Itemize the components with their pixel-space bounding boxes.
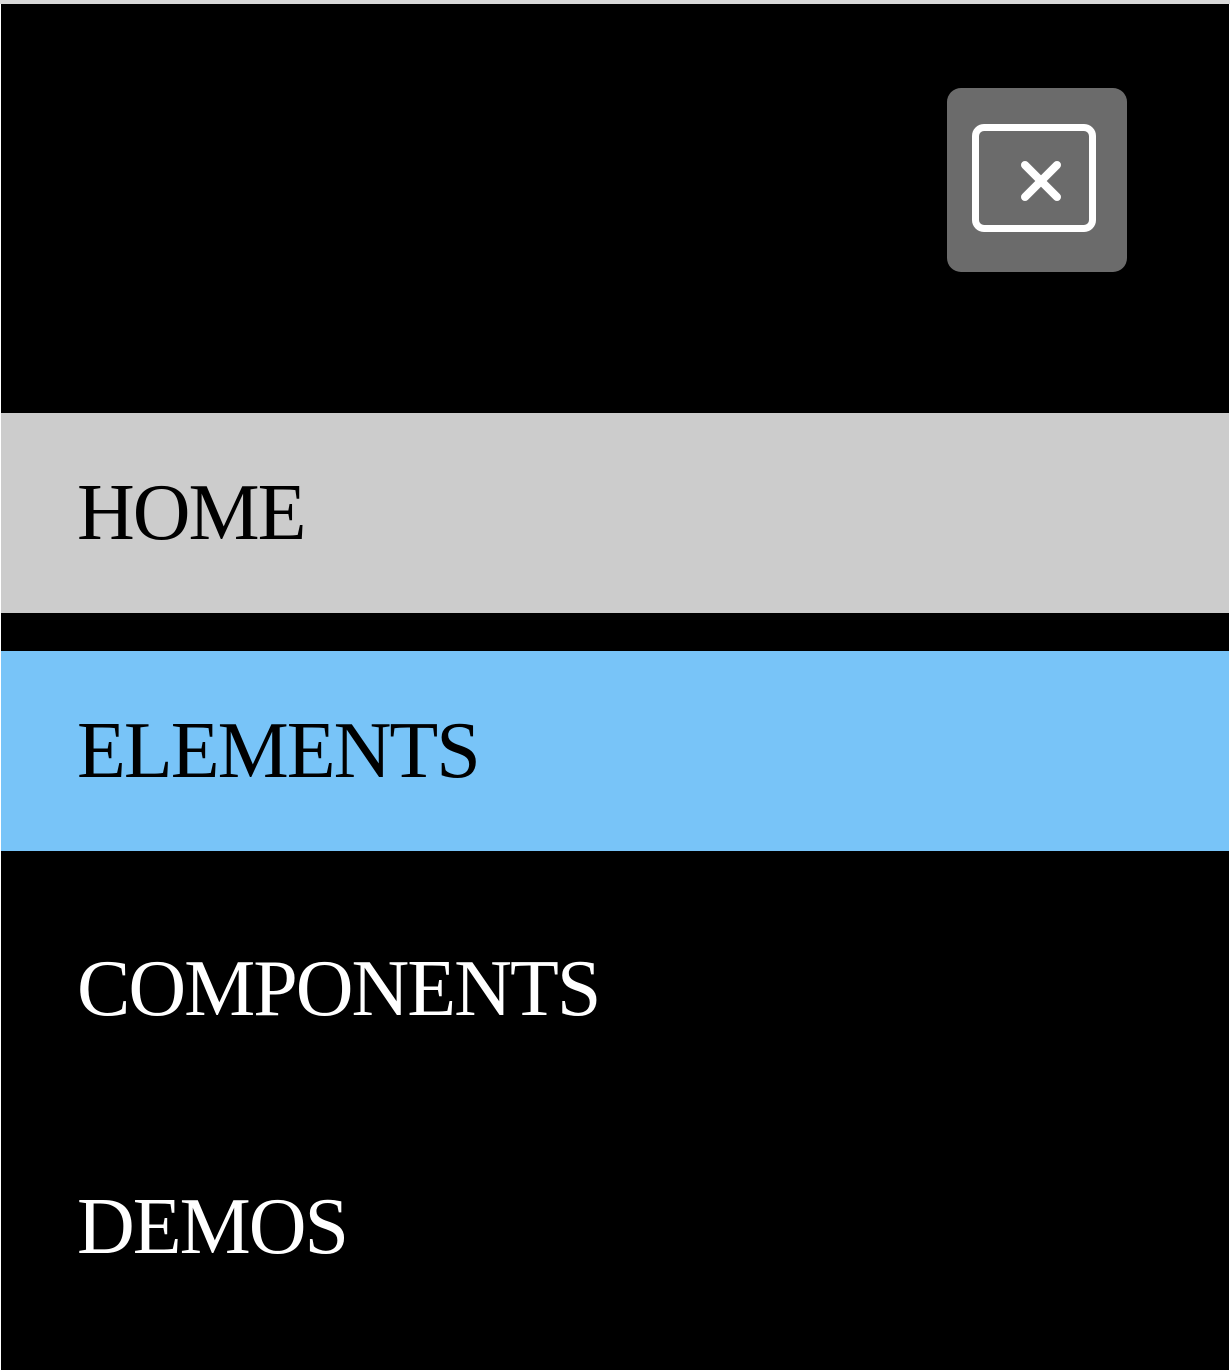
close-icon-frame	[972, 124, 1096, 232]
menu-item-label: COMPONENTS	[77, 945, 601, 1033]
menu-item-home[interactable]: HOME	[1, 413, 1229, 613]
menu-item-label: HOME	[77, 469, 307, 557]
menu-item-label: ELEMENTS	[77, 707, 481, 795]
close-icon	[1021, 161, 1061, 201]
menu-item-demos[interactable]: DEMOS	[1, 1127, 1229, 1327]
mobile-nav-panel: HOME ELEMENTS COMPONENTS DEMOS	[1, 4, 1229, 1370]
menu-item-label: DEMOS	[77, 1183, 349, 1271]
nav-menu: HOME ELEMENTS COMPONENTS DEMOS	[1, 413, 1229, 1327]
menu-item-components[interactable]: COMPONENTS	[1, 889, 1229, 1089]
menu-item-elements[interactable]: ELEMENTS	[1, 651, 1229, 851]
close-menu-button[interactable]	[947, 88, 1127, 272]
